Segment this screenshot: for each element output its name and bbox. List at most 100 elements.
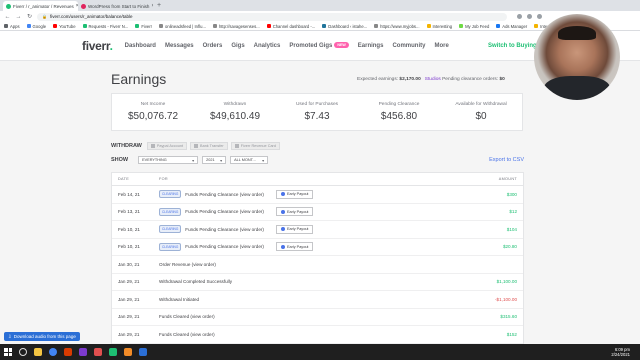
row-description: Withdrawal Initiated [159,297,463,302]
browser-tab[interactable]: Fiverr / r_animator / Revenues × [3,1,78,11]
row-description-text[interactable]: Funds Pending Clearance (view order) [185,244,264,249]
bookmark-icon [212,24,217,28]
forward-icon[interactable]: → [15,14,22,20]
extension-icon[interactable] [517,14,522,19]
row-description-text[interactable]: Funds Pending Clearance (view order) [185,209,264,214]
nav-messages[interactable]: Messages [165,43,194,49]
bookmark-item[interactable]: Channel dashboard -... [266,23,316,29]
withdraw-row: WITHDRAW Paypal Account Bank Transfer Five… [111,141,280,151]
bookmark-item[interactable]: Dashboard ‹ istahe... [322,24,367,29]
app-icon[interactable] [139,348,147,356]
row-date: Jan 29, 21 [118,296,140,302]
nav-dashboard[interactable]: Dashboard [125,43,156,49]
bookmark-label: Fiverr [141,23,153,29]
clearing-badge: CLEARING [159,242,182,251]
bookmark-item[interactable]: Apps [4,24,20,29]
filter-row: SHOW EVERYTHING ▾ 2021 ▾ ALL MONT... ▾ Export … [111,155,524,165]
bookmark-item[interactable]: http://savagesenses... [212,24,260,29]
row-description-text[interactable]: Withdrawal Completed Successfully [159,279,232,284]
payout-icon [280,209,285,214]
bookmark-item[interactable]: Fiverr [135,24,152,29]
windows-taskbar: 6:09 pm 2/24/2021 [0,344,640,360]
export-csv-link[interactable]: Export to CSV [489,157,524,163]
bookmark-label: Channel dashboard -... [272,23,316,29]
chevron-down-icon: ▾ [262,157,265,163]
new-tab-button[interactable]: + [153,1,165,11]
download-audio-button[interactable]: ⇩ Download audio from this page [4,332,80,341]
row-description: CLEARING Funds Pending Clearance (view or… [159,224,463,234]
row-description: Funds Cleared (view order) [159,314,463,319]
app-icon[interactable] [94,348,102,356]
browser-tab[interactable]: WordPress from Start to Finish × [78,1,153,11]
start-icon[interactable] [4,348,12,356]
bookmark-icon [534,24,539,28]
file-explorer-icon[interactable] [34,348,42,356]
bookmark-label: YouTube [59,23,76,29]
early-payout-button[interactable]: Early Payout [275,207,314,217]
withdraw-option-button[interactable]: Paypal Account [146,142,188,150]
nav-analytics[interactable]: Analytics [254,43,281,49]
table-body: Feb 14, 21 CLEARING Funds Pending Clearanc… [112,186,523,359]
app-icon[interactable] [64,348,72,356]
nav-promoted-gigs[interactable]: Promoted Gigs NEW [289,41,349,49]
bookmark-item[interactable]: https://www.myjobs... [374,23,420,29]
table-row: Feb 10, 21 CLEARING Funds Pending Clearanc… [112,239,523,256]
nav-orders[interactable]: Orders [203,43,223,49]
bookmark-icon [266,24,271,28]
bookmark-label: Interesting [432,23,453,29]
filter-select-value: ALL MONT... [234,158,256,162]
early-payout-button[interactable]: Early Payout [275,242,314,252]
withdraw-option-button[interactable]: Bank Transfer [190,142,228,150]
tab-favicon-icon [81,3,86,9]
filter-select[interactable]: EVERYTHING ▾ [138,156,199,164]
stat-label: Pending Clearance [378,102,420,107]
withdraw-option-button[interactable]: Fiverr Revenue Card [230,142,280,150]
bookmark-item[interactable]: YouTube [53,23,76,29]
tab-favicon-icon [6,3,11,9]
row-description: Withdrawal Completed Successfully [159,279,463,284]
back-icon[interactable]: ← [4,14,11,20]
bookmark-item[interactable]: Requests - Fiverr N... [82,24,128,29]
chrome-icon[interactable] [49,348,57,356]
bookmark-item[interactable]: Ads Manager [496,24,527,29]
bookmark-icon [374,24,379,28]
fiverr-logo[interactable]: fiverr. [82,39,113,53]
bookmark-item[interactable]: Google [26,24,46,29]
system-clock[interactable]: 6:09 pm 2/24/2021 [611,347,640,357]
bookmark-label: Ads Manager [502,23,528,29]
nav-label: Promoted Gigs [289,42,333,49]
row-description-text[interactable]: Funds Cleared (view order) [159,332,215,337]
app-icon[interactable] [124,348,132,356]
bookmark-item[interactable]: My Job Feed [459,24,489,29]
stat-label: Used for Purchases [295,102,339,107]
row-description-text[interactable]: Withdrawal Initiated [159,297,199,302]
nav-gigs[interactable]: Gigs [231,43,244,49]
early-payout-button[interactable]: Early Payout [275,224,314,234]
row-description: Funds Cleared (view order) [159,332,463,337]
bookmark-icon [135,24,140,28]
reload-icon[interactable]: ↻ [26,13,33,20]
early-payout-button[interactable]: Early Payout [275,189,314,199]
row-date: Jan 29, 21 [118,331,140,337]
filter-select[interactable]: 2021 ▾ [202,156,227,164]
column-date: DATE [118,177,130,181]
search-icon[interactable] [19,348,27,356]
address-bar[interactable]: 🔒 fiverr.com/users/r_animator/balance/ta… [37,12,507,21]
bookmark-label: https://www.myjobs... [380,23,420,29]
nav-earnings[interactable]: Earnings [358,43,384,49]
switch-to-buying-link[interactable]: Switch to Buying [488,43,537,49]
row-description-text[interactable]: Funds Pending Clearance (view order) [185,192,264,197]
bookmark-item[interactable]: onlineadsfeed | Influ... [159,24,206,29]
row-description-text[interactable]: Funds Cleared (view order) [159,314,215,319]
extension-icon[interactable] [537,14,542,19]
filter-select[interactable]: ALL MONT... ▾ [230,156,269,164]
row-description-text[interactable]: Funds Pending Clearance (view order) [185,227,264,232]
extension-icon[interactable] [527,14,532,19]
clearing-badge: CLEARING [159,190,182,199]
row-description-text[interactable]: Order Revenue (view order) [159,262,216,267]
app-icon[interactable] [109,348,117,356]
app-icon[interactable] [79,348,87,356]
bookmark-item[interactable]: Interesting [426,23,453,29]
nav-more[interactable]: More [434,43,448,49]
nav-community[interactable]: Community [392,43,425,49]
